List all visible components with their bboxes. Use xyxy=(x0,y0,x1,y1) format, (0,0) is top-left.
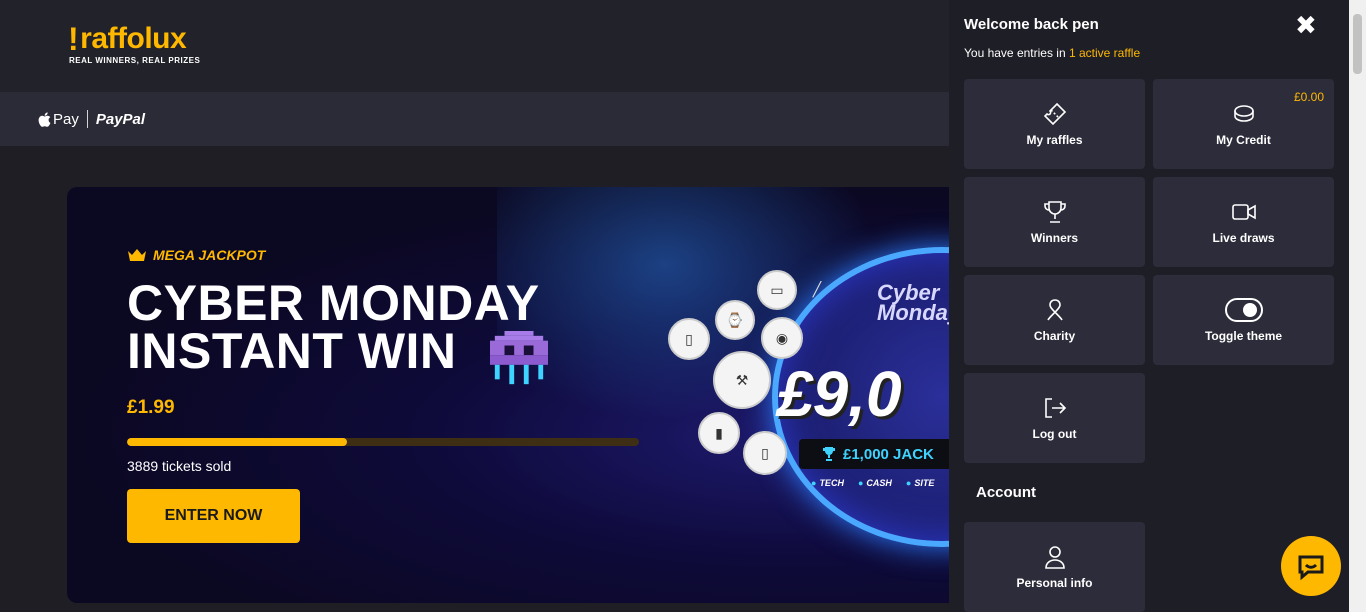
tile-log-out[interactable]: Log out xyxy=(964,373,1145,463)
prize-tools-thumb: ⚒ xyxy=(713,351,771,409)
chat-bubble-icon xyxy=(1298,555,1324,581)
ticket-price: £1.99 xyxy=(127,397,175,418)
video-camera-icon xyxy=(1231,204,1256,220)
tile-charity[interactable]: Charity xyxy=(964,275,1145,365)
tile-my-credit[interactable]: £0.00 My Credit xyxy=(1153,79,1334,169)
scrollbar-thumb[interactable] xyxy=(1353,14,1362,74)
tile-winners[interactable]: Winners xyxy=(964,177,1145,267)
tickets-progress-bar xyxy=(127,438,639,446)
apple-pay-logo: Pay xyxy=(38,111,79,128)
prize-cooker-thumb: ◉ xyxy=(761,317,803,359)
trophy-small-icon xyxy=(823,447,835,461)
active-raffle-link[interactable]: 1 active raffle xyxy=(1069,46,1140,60)
payment-divider xyxy=(86,110,88,128)
mega-jackpot-badge: MEGA JACKPOT xyxy=(127,247,265,263)
logo-tagline: REAL WINNERS, REAL PRIZES xyxy=(69,56,201,65)
prize-tablet-thumb: ▯ xyxy=(743,431,787,475)
tickets-sold-text: 3889 tickets sold xyxy=(127,458,232,474)
prize-console-thumb: ▯ xyxy=(668,318,710,360)
site-header: ! raffolux REAL WINNERS, REAL PRIZES xyxy=(0,0,950,92)
tile-live-draws[interactable]: Live draws xyxy=(1153,177,1334,267)
payment-methods-bar: Pay PayPal xyxy=(0,92,950,146)
account-side-panel: Welcome back pen ✖ You have entries in 1… xyxy=(949,0,1349,612)
welcome-heading: Welcome back pen xyxy=(964,16,1099,33)
prize-amount-text: £9,0 xyxy=(777,358,902,430)
user-icon xyxy=(1044,546,1065,569)
crown-icon xyxy=(128,249,146,261)
ticket-icon xyxy=(1043,102,1066,126)
logo-mark-icon: ! xyxy=(68,21,79,57)
tile-my-raffles[interactable]: My raffles xyxy=(964,79,1145,169)
raffolux-logo[interactable]: ! raffolux REAL WINNERS, REAL PRIZES xyxy=(68,21,201,65)
credit-amount: £0.00 xyxy=(1293,90,1324,104)
tile-personal-info[interactable]: Personal info xyxy=(964,522,1145,612)
prize-jackpot-label: £1,000 JACK xyxy=(799,439,967,469)
logout-icon xyxy=(1044,398,1066,418)
prize-washer-thumb: ▮ xyxy=(698,412,740,454)
prize-tv-thumb: ▭ xyxy=(757,270,797,310)
active-entries-text: You have entries in 1 active raffle xyxy=(964,46,1141,60)
hero-banner[interactable]: MEGA JACKPOT CYBER MONDAY INSTANT WIN £1… xyxy=(67,187,967,603)
ribbon-icon xyxy=(1046,299,1063,321)
tile-toggle-theme[interactable]: Toggle theme xyxy=(1153,275,1334,365)
page-scrollbar[interactable] xyxy=(1349,0,1366,612)
enter-now-button[interactable]: ENTER NOW xyxy=(127,489,300,543)
chat-button[interactable] xyxy=(1281,536,1341,596)
account-heading: Account xyxy=(976,484,1036,501)
close-icon[interactable]: ✖ xyxy=(1295,12,1317,38)
toggle-switch-icon xyxy=(1224,298,1263,322)
alien-invader-icon xyxy=(490,331,548,385)
prize-vacuum-thumb: ╱ xyxy=(812,280,822,297)
tickets-progress-fill xyxy=(127,438,348,446)
hero-title: CYBER MONDAY INSTANT WIN xyxy=(127,275,540,379)
trophy-icon xyxy=(1043,201,1066,223)
prize-watch-thumb: ⌚ xyxy=(715,300,755,340)
paypal-logo: PayPal xyxy=(95,110,146,128)
apple-icon xyxy=(38,111,51,127)
coins-icon xyxy=(1233,105,1254,122)
logo-text: raffolux xyxy=(80,22,187,55)
prize-tags: TECH CASH SITE xyxy=(811,478,934,488)
